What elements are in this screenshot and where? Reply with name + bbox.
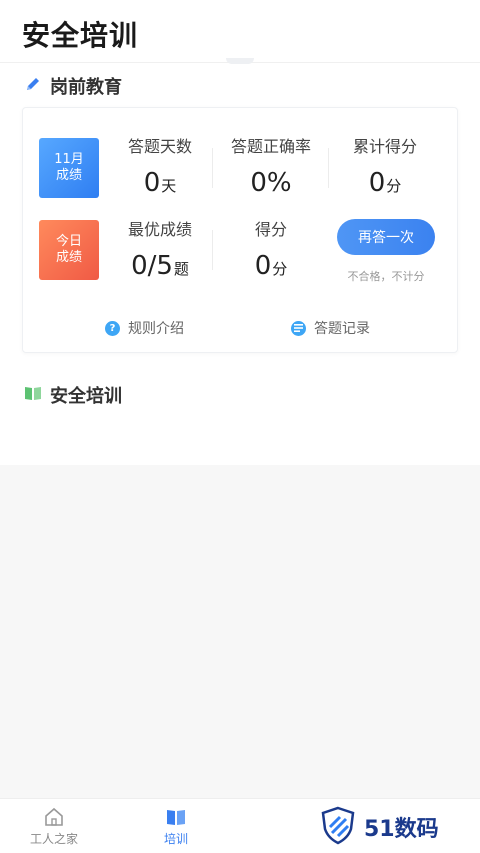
divider [328, 148, 329, 188]
month-badge-line1: 11月 [54, 152, 84, 167]
best-score-value: 0/5 题 [115, 251, 205, 281]
accuracy-value: 0% [219, 168, 323, 198]
tab-workers-home-label: 工人之家 [30, 832, 79, 846]
watermark-text: 51数码 [364, 817, 439, 842]
score-label: 得分 [254, 220, 287, 239]
tab-training-label: 培训 [164, 832, 189, 846]
pencil-icon [24, 75, 42, 97]
book-icon [165, 807, 187, 830]
home-icon [43, 807, 65, 830]
book-icon [24, 384, 42, 406]
pull-handle [226, 58, 254, 64]
shield-icon [318, 805, 358, 849]
today-badge-line1: 今日 [55, 234, 82, 249]
month-score-badge[interactable]: 11月 成绩 [39, 138, 99, 198]
rules-link[interactable]: ? 规则介绍 [105, 318, 184, 338]
section-education-header: 岗前教育 [24, 74, 122, 98]
tab-workers-home[interactable]: 工人之家 [30, 807, 78, 847]
section-education-title: 岗前教育 [50, 77, 122, 98]
score-number: 0 [254, 251, 272, 281]
accuracy-number: 0% [250, 168, 292, 198]
retry-button[interactable]: 再答一次 [337, 219, 435, 255]
tab-training[interactable]: 培训 [164, 807, 188, 847]
header: 安全培训 [0, 0, 480, 62]
section-training-header: 安全培训 [24, 383, 122, 407]
best-score-number: 0/5 [131, 251, 173, 281]
total-score-unit: 分 [386, 177, 402, 195]
best-score-label: 最优成绩 [127, 220, 192, 239]
divider [212, 230, 213, 270]
answer-days-value: 0 天 [115, 168, 205, 198]
training-content-area [0, 465, 480, 798]
page-title: 安全培训 [22, 19, 139, 52]
today-badge-line2: 成绩 [55, 250, 82, 265]
total-score-value: 0 分 [335, 168, 435, 198]
total-score-label: 累计得分 [352, 137, 417, 156]
section-training-title: 安全培训 [50, 386, 122, 407]
divider [212, 148, 213, 188]
rules-link-label: 规则介绍 [128, 321, 184, 337]
records-link[interactable]: 答题记录 [291, 318, 370, 338]
today-score-badge[interactable]: 今日 成绩 [39, 220, 99, 280]
best-score-unit: 题 [173, 260, 189, 278]
month-badge-line2: 成绩 [55, 168, 82, 183]
accuracy-label: 答题正确率 [230, 137, 311, 156]
record-icon [291, 320, 306, 336]
watermark: 51数码 [318, 805, 439, 849]
total-score-number: 0 [368, 168, 386, 198]
question-icon: ? [105, 320, 120, 336]
retry-note: 不合格，不计分 [347, 270, 425, 283]
score-unit: 分 [272, 260, 288, 278]
score-card: 11月 成绩 今日 成绩 答题天数 0 天 答题正确率 0% 累计得分 0 分 … [22, 107, 458, 353]
score-value: 0 分 [219, 251, 323, 281]
records-link-label: 答题记录 [314, 321, 370, 337]
answer-days-label: 答题天数 [127, 137, 192, 156]
answer-days-number: 0 [143, 168, 161, 198]
answer-days-unit: 天 [161, 177, 177, 195]
